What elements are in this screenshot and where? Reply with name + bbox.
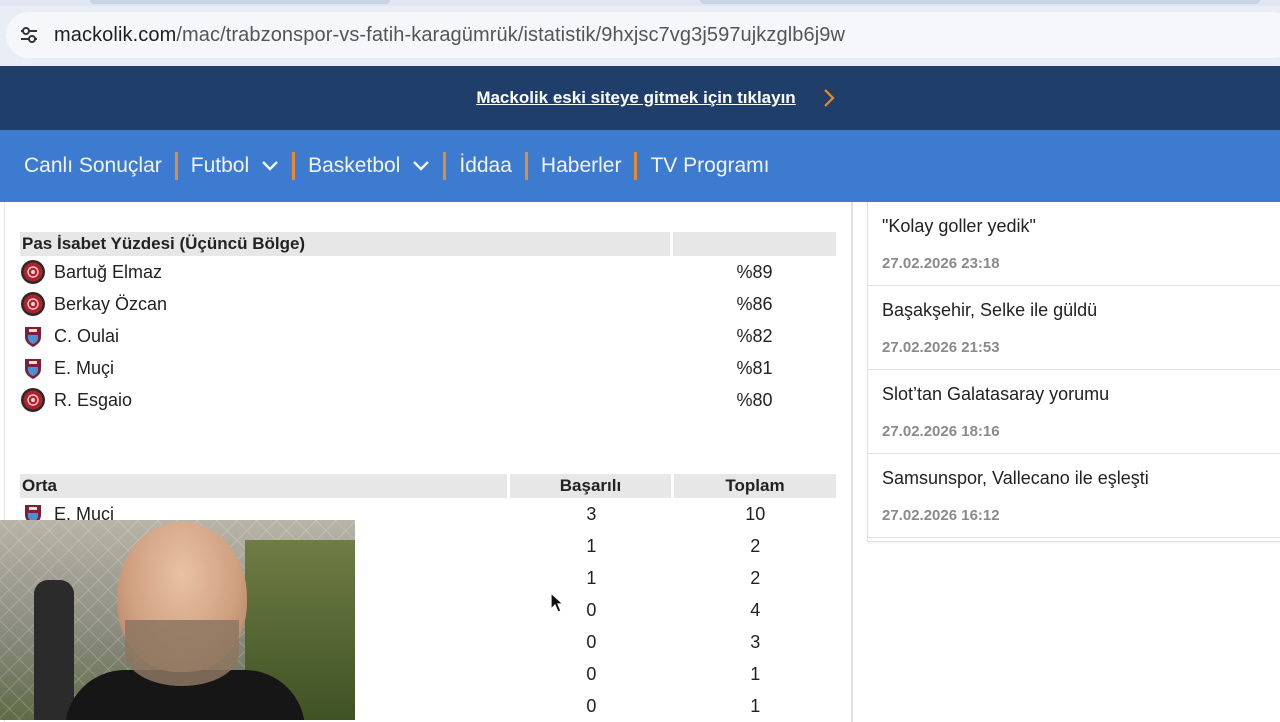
news-title[interactable]: Başakşehir, Selke ile güldü [882, 300, 1280, 321]
total-value: 2 [750, 535, 761, 556]
table-title: Orta [20, 474, 507, 498]
table-header: Orta Başarılı Toplam [20, 474, 836, 498]
total-value: 1 [750, 663, 761, 684]
nav-item-haberler[interactable]: Haberler [541, 154, 622, 178]
player-name[interactable]: Bartuğ Elmaz [54, 262, 162, 283]
webcam-person-beard [125, 620, 239, 686]
table-row: R. Esgaio %80 [20, 384, 836, 416]
url-text[interactable]: mackolik.com/mac/trabzonspor-vs-fatih-ka… [54, 24, 845, 47]
player-cell[interactable]: Berkay Özcan [20, 291, 673, 317]
nav-item-label: Canlı Sonuçlar [24, 154, 162, 177]
karagumruk-badge-icon [20, 291, 46, 317]
total-value: 2 [750, 567, 761, 588]
nav-item-label: İddaa [459, 154, 512, 177]
player-cell[interactable]: R. Esgaio [20, 387, 673, 413]
nav-item-label: TV Programı [650, 154, 770, 177]
table-row: Berkay Özcan %86 [20, 288, 836, 320]
news-title[interactable]: Slot’tan Galatasaray yorumu [882, 384, 1280, 405]
nav-item-label: Futbol [190, 154, 250, 177]
url-domain: mackolik.com [54, 23, 177, 46]
main-nav: Canlı Sonuçlar Futbol Basketbol İddaa Ha… [0, 130, 1280, 202]
nav-separator [634, 152, 638, 180]
trabzonspor-badge-icon [20, 323, 46, 349]
browser-tab[interactable] [90, 0, 390, 4]
total-value: 10 [745, 503, 766, 524]
news-timestamp: 27.02.2026 18:16 [882, 423, 1000, 440]
webcam-overlay [0, 520, 355, 720]
success-value: 0 [586, 663, 597, 684]
karagumruk-badge-icon [20, 387, 46, 413]
nav-item-basketbol[interactable]: Basketbol [308, 154, 430, 178]
browser-tab[interactable] [700, 0, 1260, 4]
news-title[interactable]: Samsunspor, Vallecano ile eşleşti [882, 468, 1280, 489]
table-row: Bartuğ Elmaz %89 [20, 256, 836, 288]
player-cell[interactable]: C. Oulai [20, 323, 673, 349]
mouse-pointer-icon [550, 592, 564, 613]
success-value: 1 [586, 535, 597, 556]
total-column-header: Toplam [674, 474, 836, 498]
webcam-background-object [34, 580, 74, 720]
browser-tabstrip [0, 0, 1280, 6]
pass-accuracy-table: Pas İsabet Yüzdesi (Üçüncü Bölge) Bartuğ… [20, 232, 836, 416]
total-value: 4 [750, 599, 761, 620]
table-row: C. Oulai %82 [20, 320, 836, 352]
percentage-value: %82 [736, 325, 773, 346]
news-item[interactable]: "Kolay goller yedik" 27.02.2026 23:18 [868, 202, 1280, 286]
nav-item-iddaa[interactable]: İddaa [459, 154, 512, 178]
news-timestamp: 27.02.2026 16:12 [882, 507, 1000, 524]
address-bar[interactable]: mackolik.com/mac/trabzonspor-vs-fatih-ka… [6, 12, 1280, 58]
chevron-down-icon[interactable] [412, 160, 430, 172]
table-title: Pas İsabet Yüzdesi (Üçüncü Bölge) [20, 232, 670, 256]
success-value: 3 [586, 503, 597, 524]
percentage-value: %80 [736, 389, 773, 410]
nav-item-futbol[interactable]: Futbol [191, 154, 279, 178]
nav-item-canli-sonuclar[interactable]: Canlı Sonuçlar [24, 154, 162, 178]
news-timestamp: 27.02.2026 21:53 [882, 339, 1000, 356]
webcam-person [65, 520, 305, 720]
tune-icon[interactable] [18, 24, 40, 46]
success-value: 0 [586, 599, 597, 620]
old-site-link[interactable]: Mackolik eski siteye gitmek için tıklayı… [476, 88, 795, 108]
nav-separator [292, 152, 296, 180]
success-value: 0 [586, 695, 597, 716]
table-row: E. Muçi %81 [20, 352, 836, 384]
percentage-value: %89 [736, 261, 773, 282]
old-site-banner: Mackolik eski siteye gitmek için tıklayı… [0, 66, 1280, 130]
player-name[interactable]: C. Oulai [54, 326, 119, 347]
percentage-value: %86 [736, 293, 773, 314]
nav-separator [174, 152, 178, 180]
player-name[interactable]: Berkay Özcan [54, 294, 167, 315]
nav-item-label: Basketbol [308, 154, 401, 177]
nav-item-label: Haberler [540, 154, 622, 177]
karagumruk-badge-icon [20, 259, 46, 285]
chevron-right-icon[interactable] [818, 87, 840, 109]
browser-toolbar: mackolik.com/mac/trabzonspor-vs-fatih-ka… [0, 0, 1280, 66]
nav-item-tv-programi[interactable]: TV Programı [650, 154, 769, 178]
news-item[interactable]: Samsunspor, Vallecano ile eşleşti 27.02.2… [868, 454, 1280, 538]
news-title[interactable]: "Kolay goller yedik" [882, 216, 1280, 237]
player-cell[interactable]: E. Muçi [20, 355, 673, 381]
table-header: Pas İsabet Yüzdesi (Üçüncü Bölge) [20, 232, 836, 256]
news-timestamp: 27.02.2026 23:18 [882, 255, 1000, 272]
success-value: 1 [586, 567, 597, 588]
value-column-header [673, 232, 836, 256]
trabzonspor-badge-icon [20, 355, 46, 381]
success-column-header: Başarılı [510, 474, 671, 498]
news-item[interactable]: Slot’tan Galatasaray yorumu 27.02.2026 18… [868, 370, 1280, 454]
success-value: 0 [586, 631, 597, 652]
total-value: 1 [750, 695, 761, 716]
url-path: /mac/trabzonspor-vs-fatih-karagümrük/ist… [176, 23, 846, 46]
nav-separator [524, 152, 528, 180]
news-item[interactable]: Başakşehir, Selke ile güldü 27.02.2026 21… [868, 286, 1280, 370]
news-sidebar: "Kolay goller yedik" 27.02.2026 23:18 Başa… [867, 202, 1280, 542]
player-name[interactable]: R. Esgaio [54, 390, 132, 411]
nav-separator [443, 152, 447, 180]
total-value: 3 [750, 631, 761, 652]
player-name[interactable]: E. Muçi [54, 358, 114, 379]
news-list: "Kolay goller yedik" 27.02.2026 23:18 Başa… [868, 202, 1280, 538]
percentage-value: %81 [736, 357, 773, 378]
pass-accuracy-rows: Bartuğ Elmaz %89 Berkay Özcan %86 C. Oulai %8… [20, 256, 836, 416]
player-cell[interactable]: Bartuğ Elmaz [20, 259, 673, 285]
chevron-down-icon[interactable] [261, 160, 279, 172]
